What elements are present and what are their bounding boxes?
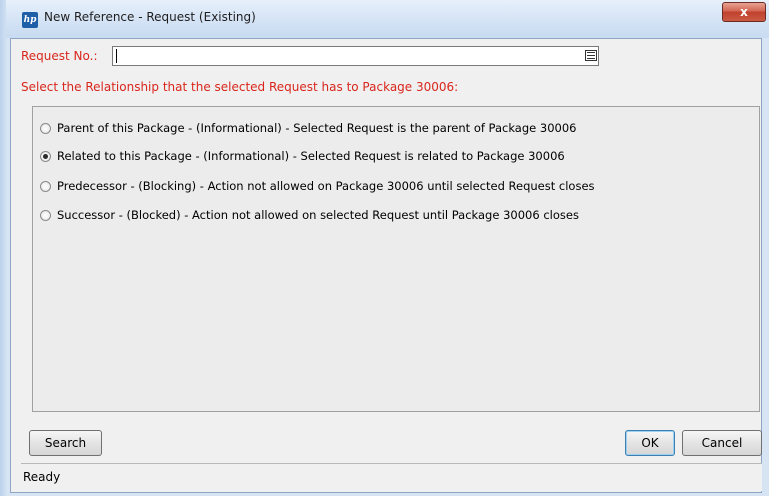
dialog-window: hp New Reference - Request (Existing) x … — [0, 0, 769, 496]
radio-label: Successor - (Blocked) - Action not allow… — [57, 208, 579, 222]
window-title: New Reference - Request (Existing) — [44, 10, 256, 24]
radio-related[interactable]: Related to this Package - (Informational… — [40, 147, 565, 165]
relationship-prompt: Select the Relationship that the selecte… — [21, 80, 459, 94]
radio-label: Related to this Package - (Informational… — [57, 149, 565, 163]
text-cursor — [116, 49, 117, 63]
close-button[interactable]: x — [722, 2, 766, 22]
window-border — [0, 0, 6, 496]
radio-button[interactable] — [40, 150, 51, 162]
radio-successor[interactable]: Successor - (Blocked) - Action not allow… — [40, 206, 579, 224]
radio-button[interactable] — [40, 122, 51, 134]
status-text: Ready — [23, 470, 61, 484]
radio-label: Parent of this Package - (Informational)… — [57, 121, 577, 135]
hp-logo-icon: hp — [22, 12, 38, 28]
list-lookup-icon[interactable] — [585, 50, 597, 61]
request-no-label: Request No.: — [21, 49, 98, 63]
status-bar: Ready — [21, 463, 762, 491]
radio-parent[interactable]: Parent of this Package - (Informational)… — [40, 119, 576, 137]
radio-predecessor[interactable]: Predecessor - (Blocking) - Action not al… — [40, 177, 595, 195]
title-bar[interactable]: hp New Reference - Request (Existing) x — [6, 0, 769, 38]
ok-button[interactable]: OK — [625, 430, 675, 456]
cancel-button[interactable]: Cancel — [682, 430, 762, 456]
radio-button[interactable] — [40, 209, 51, 221]
radio-label: Predecessor - (Blocking) - Action not al… — [57, 179, 595, 193]
search-button[interactable]: Search — [29, 430, 102, 456]
radio-button[interactable] — [40, 180, 51, 192]
request-no-input[interactable] — [112, 46, 599, 66]
